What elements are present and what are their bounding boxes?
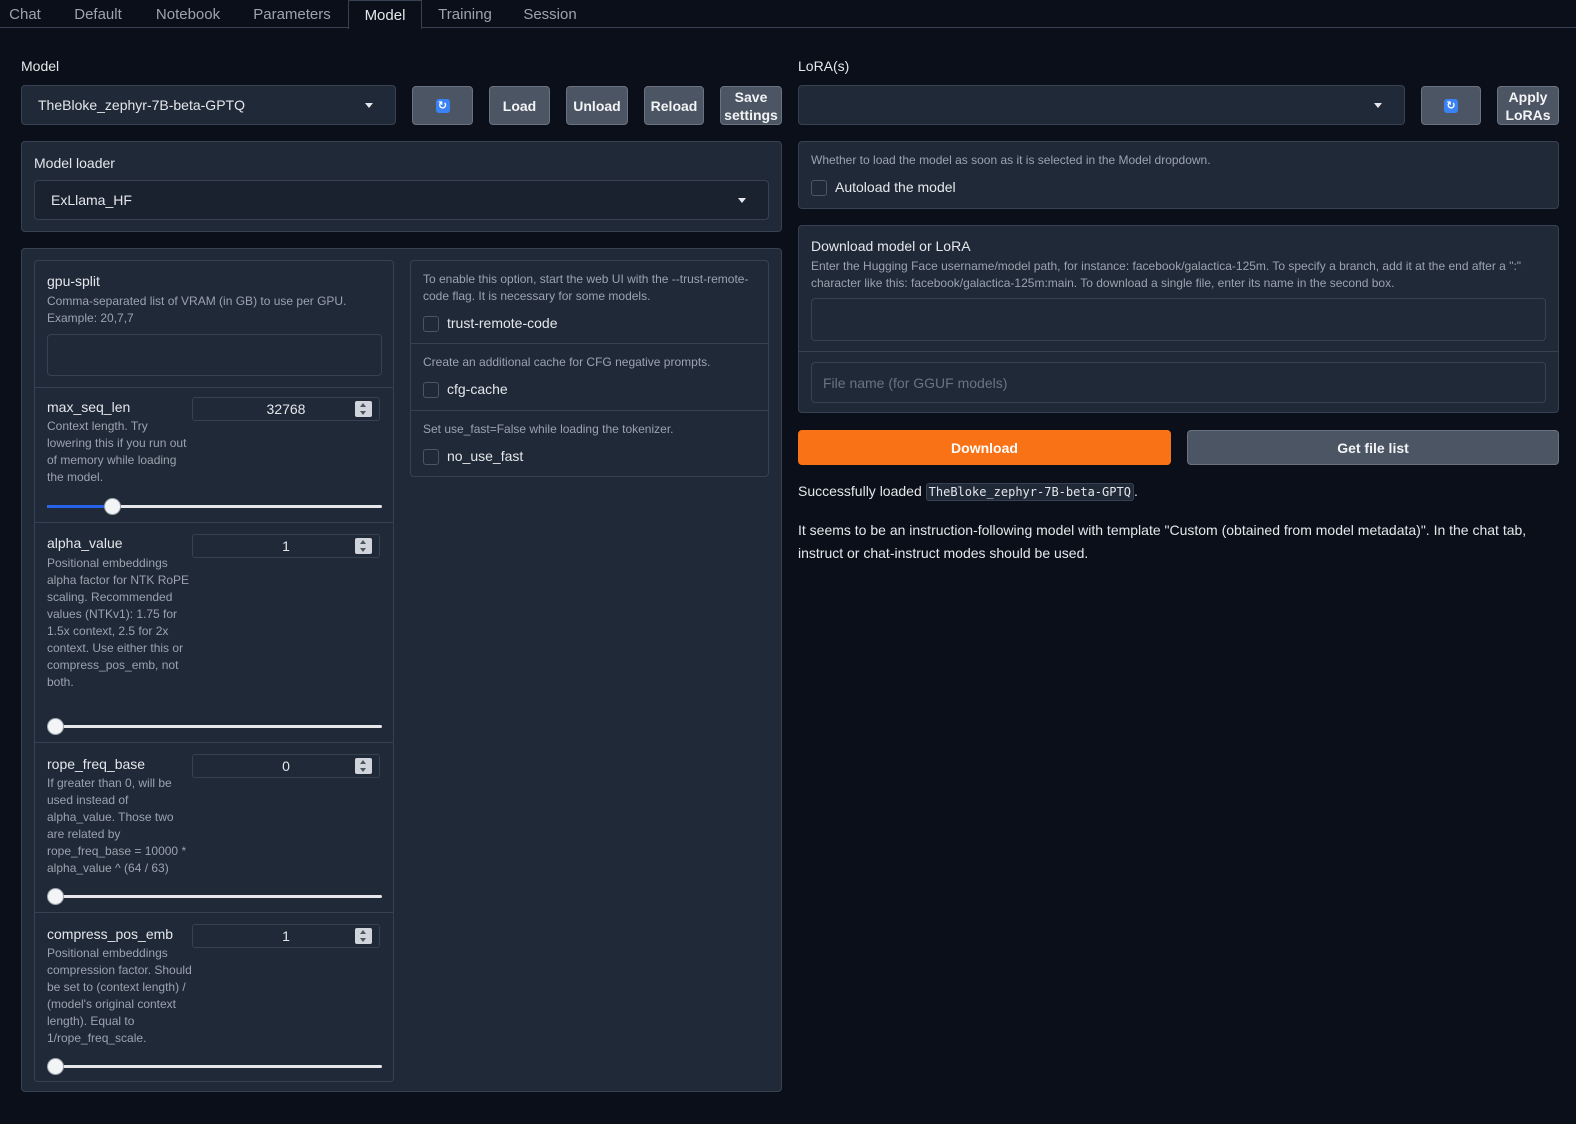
divider (35, 742, 393, 743)
alpha-value-label: alpha_value (47, 535, 123, 551)
chevron-down-icon (1374, 103, 1382, 108)
loader-params-panel: gpu-split Comma-separated list of VRAM (… (21, 248, 782, 1092)
download-panel: Download model or LoRA Enter the Hugging… (798, 225, 1559, 413)
slider-thumb[interactable] (104, 498, 122, 515)
reload-button[interactable]: Reload (644, 86, 704, 125)
refresh-models-button[interactable]: ↻ (412, 86, 473, 125)
download-title: Download model or LoRA (811, 238, 971, 254)
divider (35, 387, 393, 388)
tab-chat[interactable]: Chat (0, 0, 50, 29)
trust-remote-code-info: To enable this option, start the web UI … (423, 272, 749, 303)
tab-default[interactable]: Default (62, 0, 134, 29)
spinner-icon[interactable] (355, 538, 372, 554)
get-file-list-button[interactable]: Get file list (1187, 430, 1559, 465)
divider (799, 351, 1558, 352)
rope-freq-base-number[interactable]: 0 (192, 754, 380, 778)
divider (411, 410, 768, 411)
max-seq-len-info: Context length. Try lowering this if you… (47, 419, 187, 484)
tab-notebook[interactable]: Notebook (146, 0, 230, 29)
no-use-fast-checkbox[interactable] (423, 449, 439, 465)
unload-button[interactable]: Unload (566, 86, 628, 125)
model-dropdown-value: TheBloke_zephyr-7B-beta-GPTQ (38, 97, 245, 113)
alpha-value-number[interactable]: 1 (192, 534, 380, 558)
max-seq-len-slider[interactable] (47, 498, 382, 515)
load-status: Successfully loaded TheBloke_zephyr-7B-b… (798, 483, 1138, 501)
gpu-split-info: Comma-separated list of VRAM (in GB) to … (47, 294, 347, 325)
max-seq-len-number[interactable]: 32768 (192, 397, 380, 421)
model-path-input[interactable] (811, 298, 1546, 341)
divider (35, 912, 393, 913)
cfg-cache-info: Create an additional cache for CFG negat… (423, 355, 711, 369)
compress-pos-emb-value: 1 (282, 928, 290, 944)
save-settings-button[interactable]: Save settings (720, 86, 782, 125)
model-loader-panel: Model loader ExLlama_HF (21, 141, 782, 232)
rope-freq-base-info: If greater than 0, will be used instead … (47, 776, 187, 875)
tab-training[interactable]: Training (430, 0, 500, 29)
load-status-prefix: Successfully loaded (798, 483, 922, 499)
load-button[interactable]: Load (489, 86, 550, 125)
checkbox-options-column: To enable this option, start the web UI … (410, 260, 769, 477)
no-use-fast-label[interactable]: no_use_fast (447, 448, 523, 464)
load-status-suffix: . (1133, 483, 1138, 499)
divider (35, 522, 393, 523)
slider-thumb[interactable] (47, 1058, 64, 1075)
loaded-model-name: TheBloke_zephyr-7B-beta-GPTQ (925, 483, 1134, 501)
gpu-split-input[interactable] (47, 334, 382, 376)
alpha-value-info: Positional embeddings alpha factor for N… (47, 556, 190, 689)
rope-freq-base-label: rope_freq_base (47, 756, 146, 772)
refresh-icon: ↻ (435, 98, 450, 113)
rope-freq-base-slider[interactable] (47, 888, 382, 905)
download-button[interactable]: Download (798, 430, 1171, 465)
spinner-icon[interactable] (355, 928, 372, 944)
numeric-params-column: gpu-split Comma-separated list of VRAM (… (34, 260, 394, 1082)
cfg-cache-label[interactable]: cfg-cache (447, 381, 508, 397)
autoload-panel: Whether to load the model as soon as it … (798, 141, 1559, 209)
trust-remote-code-label[interactable]: trust-remote-code (447, 315, 557, 331)
slider-fill (47, 505, 113, 508)
autoload-label[interactable]: Autoload the model (835, 179, 956, 195)
chevron-down-icon (738, 198, 746, 203)
model-dropdown[interactable]: TheBloke_zephyr-7B-beta-GPTQ (21, 85, 396, 125)
spinner-icon[interactable] (355, 758, 372, 774)
model-loader-value: ExLlama_HF (51, 192, 132, 208)
slider-thumb[interactable] (47, 888, 64, 905)
lora-label: LoRA(s) (798, 58, 850, 74)
model-label: Model (21, 58, 60, 74)
model-loader-label: Model loader (34, 155, 115, 171)
chevron-down-icon (365, 103, 373, 108)
autoload-checkbox[interactable] (811, 180, 827, 196)
lora-dropdown[interactable] (798, 85, 1405, 125)
slider-thumb[interactable] (47, 718, 64, 735)
tab-bar: Chat Default Notebook Parameters Model T… (0, 0, 1576, 29)
refresh-icon: ↻ (1444, 98, 1458, 113)
download-info: Enter the Hugging Face username/model pa… (811, 259, 1522, 290)
rope-freq-base-value: 0 (282, 758, 290, 774)
apply-loras-button[interactable]: Apply LoRAs (1497, 86, 1559, 125)
alpha-value-value: 1 (282, 538, 290, 554)
max-seq-len-label: max_seq_len (47, 399, 131, 415)
compress-pos-emb-info: Positional embeddings compression factor… (47, 946, 192, 1045)
filename-placeholder: File name (for GGUF models) (823, 375, 1008, 391)
cfg-cache-checkbox[interactable] (423, 382, 439, 398)
filename-input[interactable]: File name (for GGUF models) (811, 362, 1546, 403)
compress-pos-emb-label: compress_pos_emb (47, 926, 174, 942)
tab-parameters[interactable]: Parameters (244, 0, 340, 29)
gpu-split-label: gpu-split (47, 273, 100, 289)
tab-session[interactable]: Session (514, 0, 586, 29)
compress-pos-emb-slider[interactable] (47, 1058, 382, 1075)
compress-pos-emb-number[interactable]: 1 (192, 924, 380, 948)
refresh-loras-button[interactable]: ↻ (1421, 86, 1481, 125)
divider (411, 343, 768, 344)
tab-model[interactable]: Model (348, 0, 422, 29)
trust-remote-code-checkbox[interactable] (423, 316, 439, 332)
autoload-info: Whether to load the model as soon as it … (811, 153, 1211, 167)
model-loader-dropdown[interactable]: ExLlama_HF (34, 180, 769, 220)
spinner-icon[interactable] (355, 401, 372, 417)
alpha-value-slider[interactable] (47, 718, 382, 735)
no-use-fast-info: Set use_fast=False while loading the tok… (423, 422, 674, 436)
max-seq-len-value: 32768 (266, 401, 306, 417)
model-template-message: It seems to be an instruction-following … (798, 522, 1527, 561)
